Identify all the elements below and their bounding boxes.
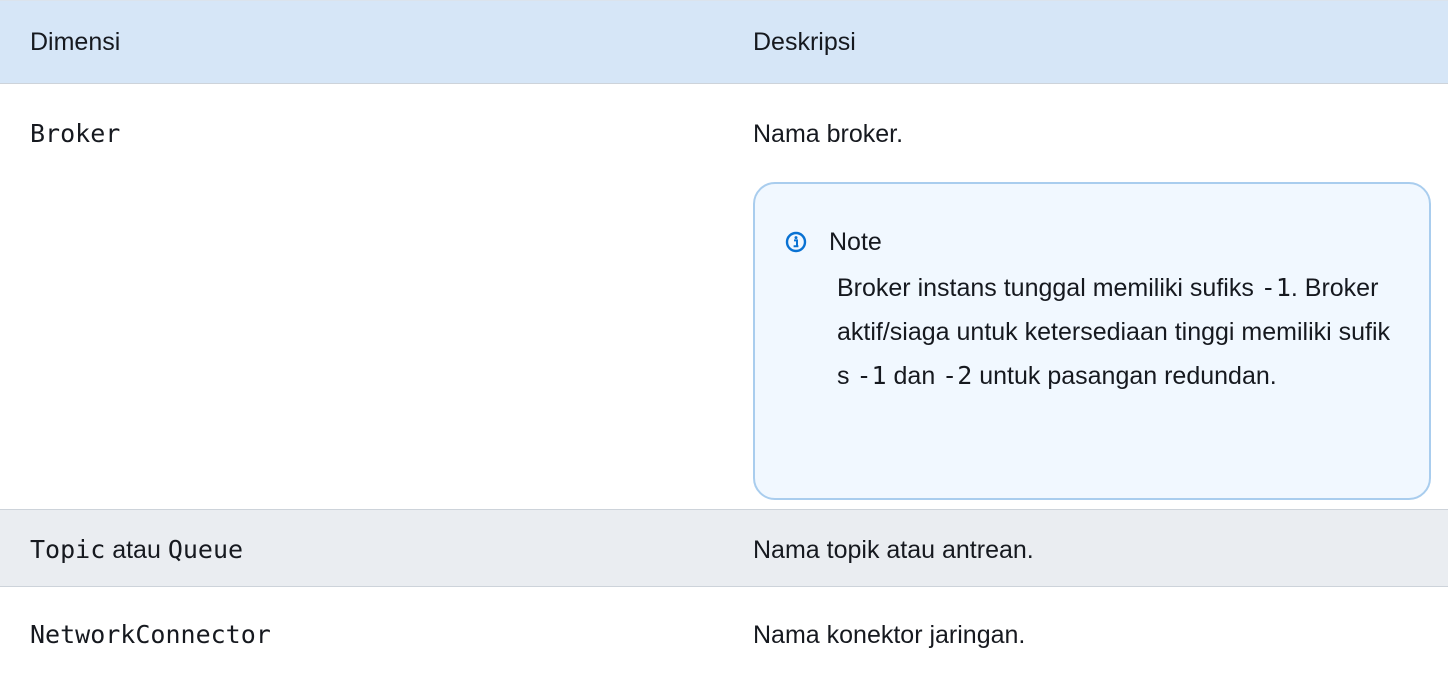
- table-header-row: Dimensi Deskripsi: [0, 0, 1448, 84]
- description-cell: Nama konektor jaringan.: [723, 586, 1448, 678]
- description-network-connector: Nama konektor jaringan.: [753, 621, 1026, 649]
- table-row: Broker Nama broker. Note Broker instans …: [0, 83, 1448, 510]
- note-header: Note: [783, 224, 1399, 260]
- dimension-cell: Topic atau Queue: [0, 509, 723, 587]
- description-cell: Nama broker. Note Broker instans tunggal: [723, 83, 1448, 510]
- dimension-code-network-connector: NetworkConnector: [30, 620, 271, 649]
- description-cell: Nama topik atau antrean.: [723, 509, 1448, 587]
- dimension-code-queue: Queue: [167, 535, 244, 564]
- header-dimension: Dimensi: [0, 0, 723, 84]
- note-body: Broker instans tunggal memiliki sufiks -…: [837, 266, 1397, 398]
- table-row: NetworkConnector Nama konektor jaringan.: [0, 586, 1448, 678]
- table-row: Topic atau Queue Nama topik atau antrean…: [0, 509, 1448, 587]
- dimension-cell: Broker: [0, 83, 723, 510]
- header-description: Deskripsi: [723, 0, 1448, 84]
- dimension-cell: NetworkConnector: [0, 586, 723, 678]
- note-code: -1: [1260, 273, 1291, 302]
- dimension-code-broker: Broker: [30, 119, 121, 148]
- note-text: Broker instans tunggal memiliki sufiks: [837, 274, 1261, 302]
- description-broker: Nama broker.: [753, 120, 904, 148]
- info-circle-icon: [785, 231, 807, 253]
- note-callout: Note Broker instans tunggal memiliki suf…: [753, 182, 1431, 500]
- note-text: dan: [886, 362, 943, 390]
- dimension-code-topic: Topic: [30, 535, 106, 564]
- dimension-topic-queue: Topic atau Queue: [30, 510, 723, 568]
- dimension-joiner: atau: [105, 536, 168, 564]
- description-topic: Nama topik atau antrean.: [753, 536, 1034, 564]
- note-text: untuk pasangan redundan.: [972, 362, 1277, 390]
- dimensions-table: Dimensi Deskripsi Broker Nama broker. No…: [0, 0, 1448, 678]
- note-title: Note: [829, 227, 882, 256]
- note-code: -1: [856, 361, 887, 390]
- note-code: -2: [942, 361, 973, 390]
